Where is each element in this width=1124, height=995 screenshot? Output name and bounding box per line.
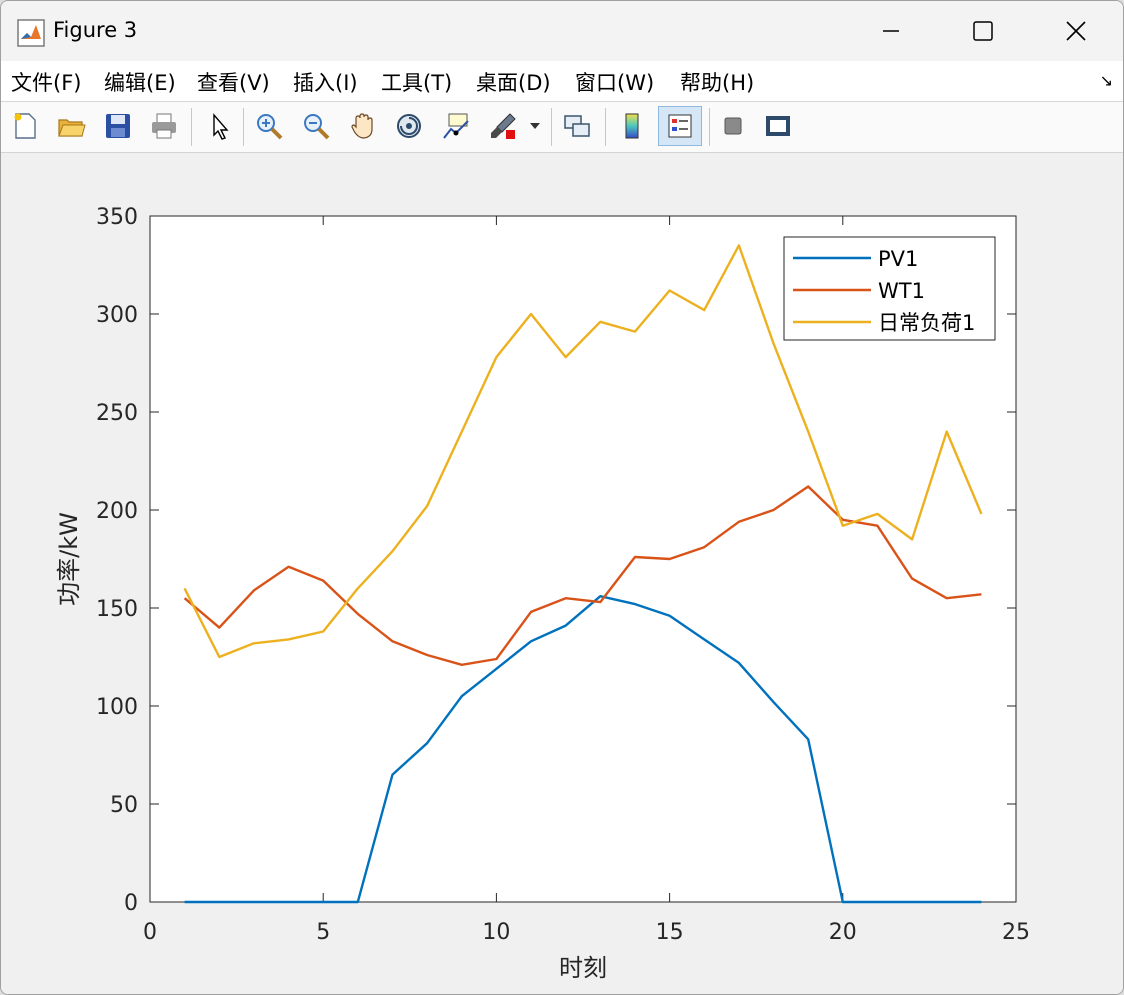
toolbar-separator	[243, 108, 244, 146]
legend[interactable]: PV1 WT1 日常负荷1	[783, 236, 996, 341]
menu-bar: 文件(F) 编辑(E) 查看(V) 插入(I) 工具(T) 桌面(D) 窗口(W…	[1, 61, 1123, 102]
colorbar-icon[interactable]	[614, 108, 650, 144]
show-plot-tools-icon[interactable]	[760, 108, 796, 144]
legend-label-2: WT1	[878, 279, 925, 303]
matlab-logo-icon	[17, 19, 45, 47]
maximize-button[interactable]	[953, 1, 1013, 61]
title-bar: Figure 3	[1, 1, 1123, 61]
y-tick-label: 0	[124, 891, 138, 916]
y-tick-label: 100	[96, 695, 138, 720]
brush-dropdown-icon[interactable]	[525, 108, 545, 144]
figure-window: Figure 3 文件(F) 编辑(E) 查看(V) 插入(I) 工具(T) 桌…	[0, 0, 1124, 995]
pointer-icon[interactable]	[201, 108, 237, 144]
legend-label-3: 日常负荷1	[878, 311, 975, 335]
y-tick-label: 250	[96, 401, 138, 426]
line-chart[interactable]: 0 5 10 15 20 25050100150200250300350 时刻 功率/kW…	[1, 153, 1123, 994]
toolbar-separator	[709, 108, 710, 146]
maximize-icon	[973, 21, 993, 41]
menu-desktop[interactable]: 桌面(D)	[476, 67, 551, 97]
open-file-icon[interactable]	[53, 108, 89, 144]
zoom-out-icon[interactable]	[298, 108, 334, 144]
minimize-button[interactable]	[861, 1, 921, 61]
y-tick-label: 200	[96, 499, 138, 524]
menu-tools[interactable]: 工具(T)	[381, 67, 452, 97]
toolbar-separator	[191, 108, 192, 146]
menu-file[interactable]: 文件(F)	[11, 67, 81, 97]
close-icon	[1066, 21, 1086, 41]
menu-insert[interactable]: 插入(I)	[293, 67, 358, 97]
toolbar-separator	[551, 108, 552, 146]
y-tick-label: 150	[96, 597, 138, 622]
figure-canvas: 0 5 10 15 20 25 0 50 100 150 200 250 300 350 时刻 功率/kW…	[1, 153, 1123, 994]
zoom-in-icon[interactable]	[251, 108, 287, 144]
figure-toolbar	[1, 102, 1123, 153]
x-tick-label: 5	[316, 920, 330, 945]
pan-hand-icon[interactable]	[345, 108, 381, 144]
x-tick-label: 25	[1002, 920, 1030, 945]
menu-edit[interactable]: 编辑(E)	[104, 67, 176, 97]
x-tick-label: 15	[656, 920, 684, 945]
x-tick-label: 10	[482, 920, 510, 945]
link-plot-icon[interactable]	[559, 108, 595, 144]
new-figure-icon[interactable]	[7, 108, 43, 144]
y-tick-label: 50	[110, 793, 138, 818]
window-title: Figure 3	[53, 18, 138, 42]
y-tick-label: 300	[96, 303, 138, 328]
hide-plot-tools-icon[interactable]	[715, 108, 751, 144]
menu-window[interactable]: 窗口(W)	[575, 67, 654, 97]
save-icon[interactable]	[100, 108, 136, 144]
legend-label-1: PV1	[878, 247, 918, 271]
x-axis-label: 时刻	[559, 954, 607, 982]
menu-help[interactable]: 帮助(H)	[680, 67, 754, 97]
close-button[interactable]	[1046, 1, 1106, 61]
dock-arrow-icon[interactable]: ↘	[1100, 71, 1113, 90]
brush-icon[interactable]	[485, 108, 521, 144]
legend-icon[interactable]	[658, 106, 702, 146]
y-tick-label: 350	[96, 205, 138, 230]
toolbar-separator	[605, 108, 606, 146]
data-cursor-icon[interactable]	[438, 108, 474, 144]
print-icon[interactable]	[146, 108, 182, 144]
rotate-3d-icon[interactable]	[391, 108, 427, 144]
x-tick-label: 0	[143, 920, 157, 945]
y-axis-label: 功率/kW	[55, 512, 83, 606]
minimize-icon	[883, 30, 899, 32]
x-tick-label: 20	[829, 920, 857, 945]
menu-view[interactable]: 查看(V)	[197, 67, 270, 97]
